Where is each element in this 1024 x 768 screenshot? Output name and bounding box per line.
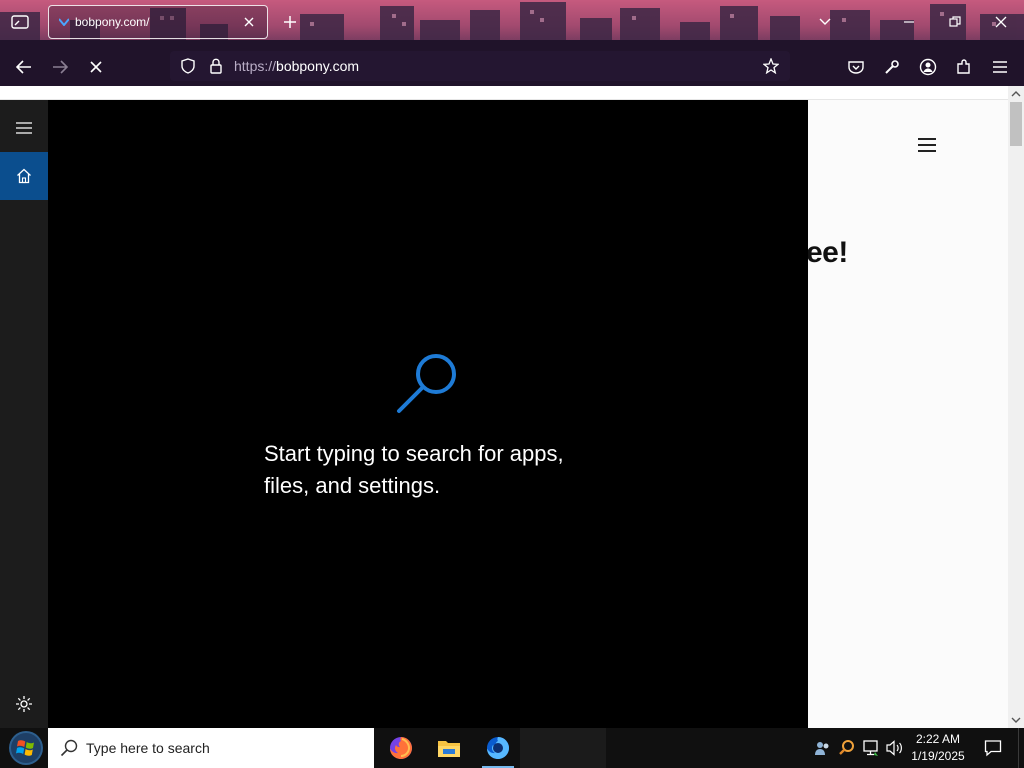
site-favicon-icon [59, 17, 71, 27]
site-menu-button[interactable] [916, 136, 938, 154]
close-icon [995, 16, 1007, 28]
search-hint-line-2: files, and settings. [264, 473, 441, 498]
forward-arrow-icon [53, 60, 68, 74]
gear-icon [16, 696, 32, 712]
taskbar-search-placeholder: Type here to search [86, 740, 210, 756]
settings-nav-button[interactable] [0, 680, 48, 728]
tray-magnifier-app-icon[interactable] [836, 737, 858, 759]
url-text: https://bobpony.com [234, 58, 760, 74]
taskbar-firefox-developer[interactable] [478, 728, 518, 768]
chevron-down-icon [1011, 717, 1021, 723]
tab-list-button[interactable] [8, 10, 32, 34]
magnifier-app-icon [839, 740, 854, 755]
screen: bobpony.com/ https://bobpony.com ee! Sta… [0, 0, 1024, 768]
bookmark-button[interactable] [760, 55, 782, 77]
hamburger-icon [918, 138, 936, 140]
star-icon [763, 58, 779, 74]
back-arrow-icon [16, 60, 31, 74]
plus-icon [284, 16, 296, 28]
forward-button[interactable] [47, 54, 73, 80]
taskbar-empty-area [520, 728, 606, 768]
developer-tools-button[interactable] [879, 54, 905, 80]
folder-icon [438, 741, 460, 757]
minimize-button[interactable] [894, 8, 924, 36]
scroll-down-button[interactable] [1008, 712, 1024, 728]
tab-strip: bobpony.com/ [0, 0, 1024, 44]
magnifier-icon [397, 354, 456, 413]
account-button[interactable] [915, 54, 941, 80]
stop-icon [90, 61, 102, 73]
new-tab-button[interactable] [280, 12, 300, 32]
start-button[interactable] [6, 730, 46, 766]
page-header-strip [0, 86, 1008, 100]
tray-network-icon[interactable] [860, 737, 882, 759]
page-scrollbar[interactable] [1008, 86, 1024, 728]
home-nav-button[interactable] [0, 152, 48, 200]
search-side-rail [0, 100, 48, 728]
close-icon [244, 17, 254, 27]
url-host: bobpony.com [276, 58, 360, 74]
back-button[interactable] [11, 54, 37, 80]
chevron-up-icon [1011, 91, 1021, 97]
address-bar[interactable]: https://bobpony.com [170, 51, 790, 81]
stop-loading-button[interactable] [83, 54, 109, 80]
navigation-toolbar: https://bobpony.com [0, 46, 1024, 86]
close-window-button[interactable] [986, 8, 1016, 36]
home-icon [17, 168, 31, 184]
chevron-down-icon [819, 18, 831, 25]
taskbar-search-box[interactable]: Type here to search [48, 728, 374, 768]
search-hint-line-1: Start typing to search for apps, [264, 441, 564, 466]
hamburger-icon [16, 122, 32, 134]
speaker-icon [886, 740, 902, 756]
puzzle-icon [957, 59, 970, 74]
notification-icon [984, 740, 1002, 757]
search-icon [60, 739, 78, 757]
hamburger-icon [993, 61, 1007, 73]
people-icon [815, 742, 829, 755]
windows-orb-icon [9, 731, 43, 765]
firefox-developer-icon [487, 737, 509, 759]
tray-volume-icon[interactable] [884, 737, 906, 759]
taskbar-clock[interactable]: 2:22 AM 1/19/2025 [904, 731, 972, 765]
firefox-icon [390, 737, 412, 759]
show-desktop-button[interactable] [1018, 728, 1024, 768]
shield-icon [181, 58, 195, 74]
wrench-icon [885, 60, 899, 74]
tracking-protection-button[interactable] [178, 56, 198, 76]
list-all-tabs-button[interactable] [816, 14, 834, 30]
hamburger-icon-line [918, 150, 936, 152]
tray-people-icon[interactable] [812, 737, 834, 759]
account-icon [919, 58, 937, 76]
minimize-icon [904, 21, 914, 23]
scroll-up-button[interactable] [1008, 86, 1024, 102]
pocket-button[interactable] [843, 54, 869, 80]
network-icon [863, 740, 878, 756]
hamburger-icon-line [918, 144, 936, 146]
extensions-button[interactable] [951, 54, 977, 80]
taskbar-firefox[interactable] [381, 728, 421, 768]
tab-close-button[interactable] [241, 14, 257, 30]
windows-search-panel: Start typing to search for apps, files, … [0, 100, 808, 728]
clock-time: 2:22 AM [915, 732, 961, 746]
app-menu-button[interactable] [987, 54, 1013, 80]
expand-menu-button[interactable] [0, 104, 48, 152]
url-scheme: https:// [234, 58, 277, 74]
taskbar: Type here to search 2:22 AM 1/19/2025 [0, 728, 1024, 768]
browser-chrome: bobpony.com/ https://bobpony.com [0, 0, 1024, 86]
page-headline: ee! [806, 236, 848, 269]
restore-button[interactable] [940, 8, 970, 36]
restore-icon [949, 16, 961, 27]
tab-list-icon [11, 15, 29, 29]
scroll-thumb[interactable] [1010, 102, 1022, 146]
tab-title: bobpony.com/ [75, 15, 150, 29]
tab-bobpony[interactable]: bobpony.com/ [48, 5, 268, 39]
site-info-button[interactable] [206, 56, 226, 76]
lock-icon [210, 58, 222, 74]
pocket-icon [848, 61, 864, 74]
search-hint-text: Start typing to search for apps, files, … [264, 438, 624, 502]
action-center-button[interactable] [976, 728, 1010, 768]
taskbar-file-explorer[interactable] [429, 728, 469, 768]
clock-date: 1/19/2025 [911, 749, 965, 763]
